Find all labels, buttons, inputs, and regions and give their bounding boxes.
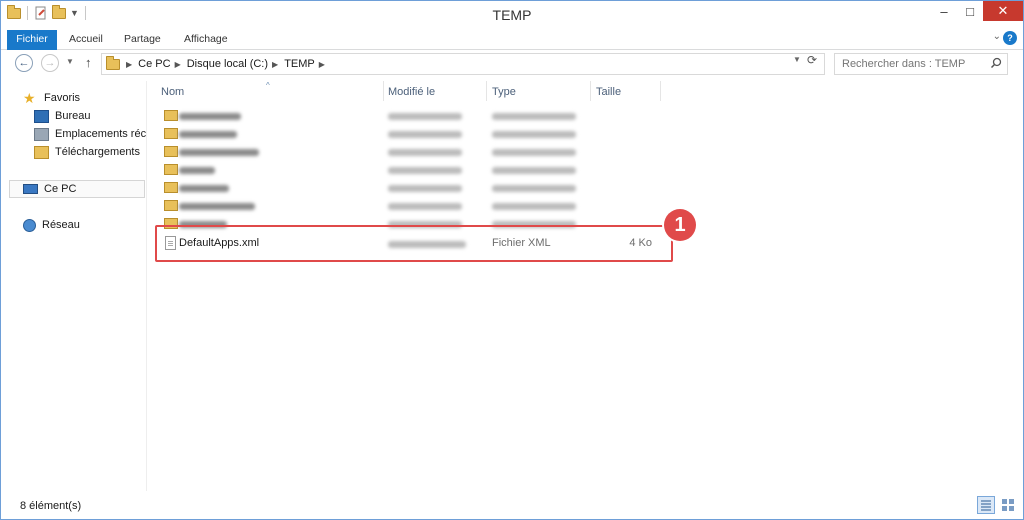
up-button[interactable]: ↑ (85, 55, 92, 70)
file-row-folder[interactable] (148, 161, 668, 179)
sidebar-item-label: Réseau (42, 219, 80, 231)
blurred-date (388, 113, 462, 120)
sidebar-item-label: Ce PC (44, 183, 77, 195)
blurred-name (179, 149, 259, 156)
breadcrumb-local-disk[interactable]: Disque local (C:) (187, 58, 268, 70)
breadcrumb-this-pc[interactable]: Ce PC (138, 58, 170, 70)
sidebar-item-network[interactable]: Réseau (23, 216, 80, 234)
desktop-icon (34, 109, 49, 123)
item-count: 8 élément(s) (20, 500, 82, 512)
explorer-window: ▼ TEMP – □ ✕ Fichier Accueil Partage Aff… (0, 0, 1024, 520)
blurred-name (179, 167, 215, 174)
blurred-date (388, 131, 462, 138)
sidebar-item-label: Emplacements récents (55, 128, 146, 140)
blurred-name (179, 185, 229, 192)
sidebar-item-label: Bureau (55, 110, 91, 122)
sidebar-item-downloads[interactable]: Téléchargements (34, 143, 146, 161)
computer-icon (23, 184, 38, 194)
sidebar-item-desktop[interactable]: Bureau (34, 107, 146, 125)
sidebar-item-favorites[interactable]: ★ Favoris (23, 89, 80, 107)
sort-ascending-icon: ^ (266, 81, 270, 90)
navigation-pane: ★ Favoris Bureau Emplacements récents Té… (1, 81, 147, 491)
chevron-right-icon[interactable]: ▶ (319, 60, 325, 69)
recent-places-icon (34, 127, 49, 141)
folder-icon (164, 146, 178, 157)
tab-home[interactable]: Accueil (61, 30, 111, 50)
recent-locations-icon[interactable]: ▼ (66, 57, 74, 66)
maximize-button[interactable]: □ (957, 1, 983, 21)
file-list: ^ Nom Modifié le Type Taille DefaultApps… (148, 81, 1023, 491)
forward-button[interactable]: → (41, 54, 59, 72)
address-history-icon[interactable]: ▼ (793, 55, 801, 64)
blurred-date (388, 203, 462, 210)
folder-icon (164, 182, 178, 193)
file-row-folder[interactable] (148, 107, 668, 125)
star-icon: ★ (23, 89, 36, 106)
annotation-badge: 1 (664, 209, 696, 241)
folder-icon (164, 128, 178, 139)
blurred-type (492, 203, 576, 210)
ribbon-tabs: Fichier Accueil Partage Affichage ⌄ ? (1, 28, 1023, 50)
chevron-right-icon[interactable]: ▶ (126, 60, 132, 69)
details-view-icon[interactable] (977, 496, 995, 514)
window-title: TEMP (492, 7, 532, 23)
file-row-folder[interactable] (148, 179, 668, 197)
column-divider[interactable] (590, 81, 591, 101)
column-header-modified[interactable]: Modifié le (388, 86, 435, 102)
blurred-type (492, 113, 576, 120)
blurred-name (179, 203, 255, 210)
help-icon[interactable]: ? (1003, 31, 1017, 45)
title-bar: ▼ TEMP – □ ✕ (1, 1, 1023, 28)
column-divider[interactable] (486, 81, 487, 101)
chevron-right-icon[interactable]: ▶ (272, 60, 278, 69)
refresh-icon[interactable]: ⟳ (807, 53, 817, 67)
large-icons-view-icon[interactable] (999, 496, 1017, 514)
blurred-type (492, 149, 576, 156)
back-button[interactable]: ← (15, 54, 33, 72)
chevron-right-icon[interactable]: ▶ (175, 60, 181, 69)
folder-icon (164, 164, 178, 175)
blurred-type (492, 131, 576, 138)
file-row-folder[interactable] (148, 125, 668, 143)
annotation-highlight-box (155, 225, 673, 262)
column-header-type[interactable]: Type (492, 86, 516, 102)
column-divider[interactable] (660, 81, 661, 101)
address-bar[interactable]: ▶ Ce PC ▶ Disque local (C:) ▶ TEMP ▶ (101, 53, 825, 75)
folder-icon (106, 55, 120, 70)
chevron-down-icon[interactable]: ⌄ (993, 31, 1001, 42)
sidebar-item-label: Téléchargements (55, 146, 140, 158)
folder-icon (164, 200, 178, 211)
network-icon (23, 218, 36, 232)
blurred-type (492, 185, 576, 192)
column-header-name[interactable]: Nom (161, 86, 184, 102)
tab-share[interactable]: Partage (116, 30, 169, 50)
column-divider[interactable] (383, 81, 384, 101)
status-bar: 8 élément(s) (1, 492, 1023, 519)
blurred-date (388, 149, 462, 156)
downloads-icon (34, 145, 49, 159)
file-row-folder[interactable] (148, 143, 668, 161)
blurred-name (179, 131, 237, 138)
search-icon[interactable] (990, 57, 1002, 69)
breadcrumb-temp[interactable]: TEMP (284, 58, 315, 70)
minimize-button[interactable]: – (931, 1, 957, 21)
blurred-type (492, 167, 576, 174)
tab-file[interactable]: Fichier (7, 30, 57, 50)
blurred-date (388, 167, 462, 174)
blurred-name (179, 113, 241, 120)
tab-view[interactable]: Affichage (176, 30, 236, 50)
folder-icon (164, 110, 178, 121)
file-row-folder[interactable] (148, 197, 668, 215)
close-button[interactable]: ✕ (983, 1, 1023, 21)
blurred-date (388, 185, 462, 192)
sidebar-item-label: Favoris (44, 92, 81, 104)
sidebar-item-recent-places[interactable]: Emplacements récents (34, 125, 146, 143)
column-header-size[interactable]: Taille (596, 86, 621, 102)
navigation-bar: ← → ▼ ↑ ▶ Ce PC ▶ Disque local (C:) ▶ TE… (1, 50, 1023, 78)
sidebar-item-this-pc[interactable]: Ce PC (23, 180, 76, 198)
search-input[interactable] (834, 53, 1008, 75)
